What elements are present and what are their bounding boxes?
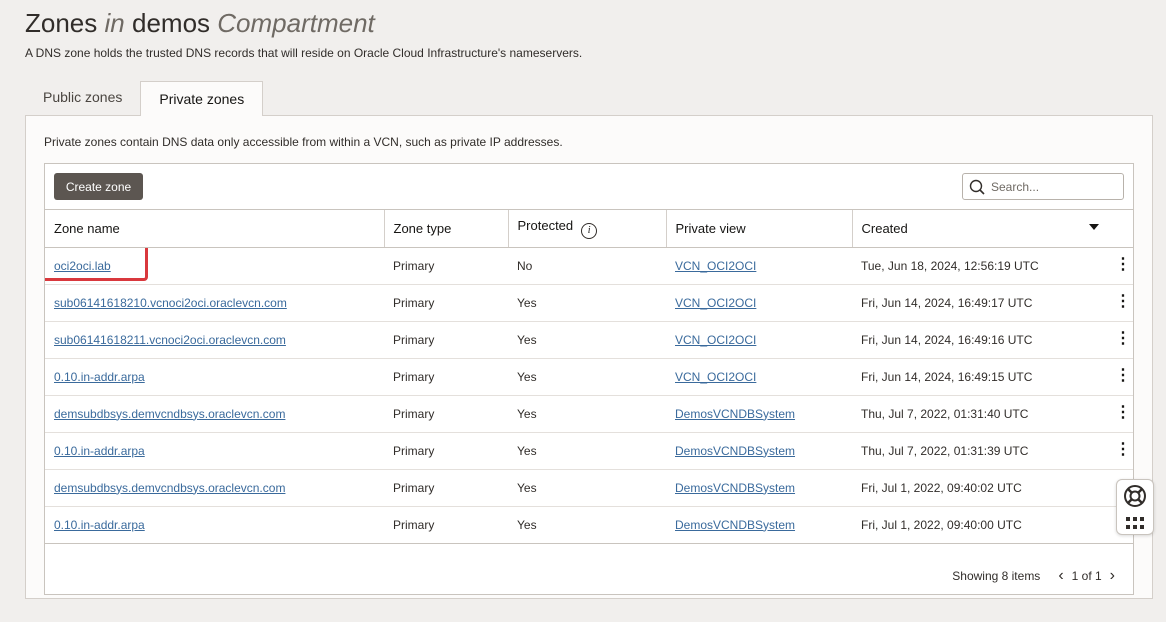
- private-view-link[interactable]: DemosVCNDBSystem: [675, 444, 795, 458]
- apps-grid-icon[interactable]: [1125, 516, 1145, 530]
- row-actions-menu-icon[interactable]: ⋮: [1115, 441, 1131, 457]
- protected-cell: Yes: [508, 358, 666, 396]
- page-title: Zones in demos Compartment: [25, 8, 375, 38]
- zones-table-container: Create zone Zone name Zone type Protecte…: [44, 163, 1134, 595]
- help-widget[interactable]: [1116, 479, 1154, 535]
- protected-cell: Yes: [508, 432, 666, 470]
- created-cell: Fri, Jun 14, 2024, 16:49:15 UTC: [861, 369, 1033, 384]
- zone-type-cell: Primary: [384, 469, 508, 507]
- page-indicator: 1 of 1: [1071, 569, 1102, 583]
- table-row: demsubdbsys.demvcndbsys.oraclevcn.com Pr…: [45, 469, 1133, 507]
- column-header-zone-name[interactable]: Zone name: [45, 210, 385, 248]
- search-input[interactable]: [991, 179, 1111, 194]
- private-view-link[interactable]: VCN_OCI2OCI: [675, 333, 756, 347]
- search-icon: [969, 179, 985, 195]
- next-page-icon[interactable]: ›: [1102, 567, 1123, 585]
- zone-type-cell: Primary: [384, 432, 508, 470]
- zone-type-cell: Primary: [384, 395, 508, 433]
- zone-type-cell: Primary: [384, 358, 508, 396]
- table-row: 0.10.in-addr.arpa Primary Yes DemosVCNDB…: [45, 506, 1133, 544]
- zone-tabs: Public zones Private zones: [25, 81, 264, 116]
- page-description: A DNS zone holds the trusted DNS records…: [25, 46, 583, 60]
- protected-cell: Yes: [508, 284, 666, 322]
- private-zones-panel: Private zones contain DNS data only acce…: [25, 115, 1153, 599]
- lifebuoy-icon[interactable]: [1123, 484, 1147, 508]
- zone-name-link[interactable]: 0.10.in-addr.arpa: [54, 370, 145, 384]
- zone-type-cell: Primary: [384, 247, 508, 285]
- created-cell: Thu, Jul 7, 2022, 01:31:40 UTC: [861, 406, 1029, 421]
- private-view-link[interactable]: VCN_OCI2OCI: [675, 296, 756, 310]
- protected-cell: Yes: [508, 469, 666, 507]
- zone-type-cell: Primary: [384, 321, 508, 359]
- table-header-row: Zone name Zone type Protected i Private v…: [45, 210, 1133, 248]
- zone-name-link[interactable]: 0.10.in-addr.arpa: [54, 518, 145, 532]
- zone-type-cell: Primary: [384, 506, 508, 544]
- row-actions-menu-icon[interactable]: ⋮: [1115, 404, 1131, 420]
- created-cell: Fri, Jun 14, 2024, 16:49:16 UTC: [861, 332, 1033, 347]
- create-zone-button[interactable]: Create zone: [54, 173, 143, 200]
- tab-public-zones[interactable]: Public zones: [25, 81, 140, 116]
- zone-name-link[interactable]: oci2oci.lab: [54, 259, 111, 273]
- private-view-link[interactable]: DemosVCNDBSystem: [675, 407, 795, 421]
- search-box[interactable]: [962, 173, 1124, 200]
- table-row: 0.10.in-addr.arpa Primary Yes DemosVCNDB…: [45, 432, 1133, 470]
- private-view-link[interactable]: VCN_OCI2OCI: [675, 259, 756, 273]
- sort-descending-icon[interactable]: [1089, 223, 1099, 230]
- previous-page-icon[interactable]: ‹: [1050, 567, 1071, 585]
- protected-cell: Yes: [508, 395, 666, 433]
- row-actions-menu-icon[interactable]: ⋮: [1115, 330, 1131, 346]
- tab-private-zones[interactable]: Private zones: [140, 81, 264, 116]
- created-cell: Thu, Jul 7, 2022, 01:31:39 UTC: [861, 443, 1029, 458]
- table-row: oci2oci.lab Primary No VCN_OCI2OCI Tue, …: [45, 247, 1133, 285]
- table-toolbar: Create zone: [45, 164, 1133, 210]
- private-view-link[interactable]: DemosVCNDBSystem: [675, 481, 795, 495]
- table-footer: Showing 8 items ‹ 1 of 1 ›: [45, 558, 1133, 594]
- protected-cell: No: [508, 247, 666, 285]
- zone-name-link[interactable]: demsubdbsys.demvcndbsys.oraclevcn.com: [54, 407, 285, 421]
- zone-name-link[interactable]: sub06141618211.vcnoci2oci.oraclevcn.com: [54, 333, 286, 347]
- row-actions-menu-icon[interactable]: ⋮: [1115, 293, 1131, 309]
- created-cell: Fri, Jul 1, 2022, 09:40:00 UTC: [861, 517, 1022, 532]
- created-cell: Fri, Jun 14, 2024, 16:49:17 UTC: [861, 295, 1033, 310]
- zones-table: Zone name Zone type Protected i Private v…: [45, 210, 1133, 544]
- table-row: sub06141618211.vcnoci2oci.oraclevcn.com …: [45, 321, 1133, 359]
- table-row: sub06141618210.vcnoci2oci.oraclevcn.com …: [45, 284, 1133, 322]
- private-view-link[interactable]: DemosVCNDBSystem: [675, 518, 795, 532]
- zone-name-link[interactable]: 0.10.in-addr.arpa: [54, 444, 145, 458]
- zone-name-link[interactable]: sub06141618210.vcnoci2oci.oraclevcn.com: [54, 296, 287, 310]
- item-count: Showing 8 items: [952, 569, 1041, 583]
- panel-description: Private zones contain DNS data only acce…: [44, 135, 563, 149]
- column-header-created[interactable]: Created: [852, 210, 1133, 248]
- column-header-zone-type[interactable]: Zone type: [384, 210, 509, 248]
- created-cell: Tue, Jun 18, 2024, 12:56:19 UTC: [861, 258, 1039, 273]
- row-actions-menu-icon[interactable]: ⋮: [1115, 367, 1131, 383]
- private-view-link[interactable]: VCN_OCI2OCI: [675, 370, 756, 384]
- created-cell: Fri, Jul 1, 2022, 09:40:02 UTC: [861, 480, 1022, 495]
- table-row: 0.10.in-addr.arpa Primary Yes VCN_OCI2OC…: [45, 358, 1133, 396]
- zone-type-cell: Primary: [384, 284, 508, 322]
- info-icon[interactable]: i: [581, 222, 598, 239]
- zone-name-link[interactable]: demsubdbsys.demvcndbsys.oraclevcn.com: [54, 481, 285, 495]
- column-header-private-view[interactable]: Private view: [666, 210, 853, 248]
- row-actions-menu-icon[interactable]: ⋮: [1115, 256, 1131, 272]
- column-header-protected[interactable]: Protected i: [508, 210, 667, 248]
- protected-cell: Yes: [508, 506, 666, 544]
- protected-cell: Yes: [508, 321, 666, 359]
- table-row: demsubdbsys.demvcndbsys.oraclevcn.com Pr…: [45, 395, 1133, 433]
